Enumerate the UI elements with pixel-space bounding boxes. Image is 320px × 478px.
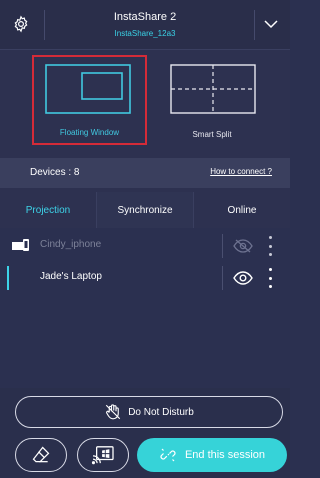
floating-window-label: Floating Window bbox=[59, 128, 120, 137]
do-not-disturb-label: Do Not Disturb bbox=[128, 406, 194, 418]
receiver-id: InstaShare_12a3 bbox=[114, 29, 176, 38]
smart-split-icon bbox=[170, 64, 256, 114]
disconnect-icon bbox=[160, 448, 176, 462]
end-session-label: End this session bbox=[184, 449, 266, 461]
screen-cast-button[interactable] bbox=[77, 438, 129, 472]
device-count: Devices : 8 bbox=[30, 167, 80, 178]
how-to-connect-link[interactable]: How to connect ? bbox=[210, 167, 272, 176]
device-name: Cindy_iphone bbox=[40, 239, 102, 250]
row-divider bbox=[222, 234, 223, 258]
end-session-button[interactable]: End this session bbox=[137, 438, 287, 472]
device-list: Cindy_iphone Jade's Laptop bbox=[0, 228, 290, 388]
active-indicator bbox=[7, 266, 9, 290]
tab-projection[interactable]: Projection bbox=[0, 192, 96, 228]
list-item[interactable]: Cindy_iphone bbox=[0, 230, 290, 262]
eraser-button[interactable] bbox=[15, 438, 67, 472]
bottom-controls: Do Not Disturb End this session bbox=[0, 388, 290, 478]
eye-icon[interactable] bbox=[233, 271, 253, 285]
phone-cast-icon bbox=[12, 239, 29, 251]
device-name: Jade's Laptop bbox=[40, 271, 102, 282]
tab-synchronize[interactable]: Synchronize bbox=[96, 192, 194, 228]
instashare-app: InstaShare 2 InstaShare_12a3 Floating Wi… bbox=[0, 0, 290, 478]
top-bar: InstaShare 2 InstaShare_12a3 bbox=[0, 0, 290, 50]
floating-window-icon bbox=[45, 64, 131, 114]
smart-split-label: Smart Split bbox=[192, 130, 232, 139]
do-not-disturb-button[interactable]: Do Not Disturb bbox=[15, 396, 283, 428]
list-item[interactable]: Jade's Laptop bbox=[0, 262, 290, 294]
row-divider bbox=[222, 266, 223, 290]
more-options-icon[interactable] bbox=[265, 268, 275, 288]
tab-online[interactable]: Online bbox=[194, 192, 290, 228]
display-mode-panel: Floating Window Smart Split bbox=[0, 51, 290, 155]
tab-bar: Projection Synchronize Online bbox=[0, 192, 290, 228]
header-divider-right bbox=[254, 10, 255, 40]
floating-window-option[interactable]: Floating Window bbox=[32, 55, 147, 145]
eraser-icon bbox=[32, 446, 50, 463]
more-options-icon[interactable] bbox=[265, 236, 275, 256]
cast-windows-icon bbox=[91, 446, 114, 465]
chevron-down-icon[interactable] bbox=[262, 16, 280, 32]
eye-off-icon[interactable] bbox=[233, 239, 253, 253]
devices-bar: Devices : 8 How to connect ? bbox=[0, 158, 290, 188]
receiver-name: InstaShare 2 bbox=[113, 11, 177, 23]
smart-split-option[interactable]: Smart Split bbox=[163, 55, 261, 145]
hand-stop-icon bbox=[106, 404, 121, 420]
